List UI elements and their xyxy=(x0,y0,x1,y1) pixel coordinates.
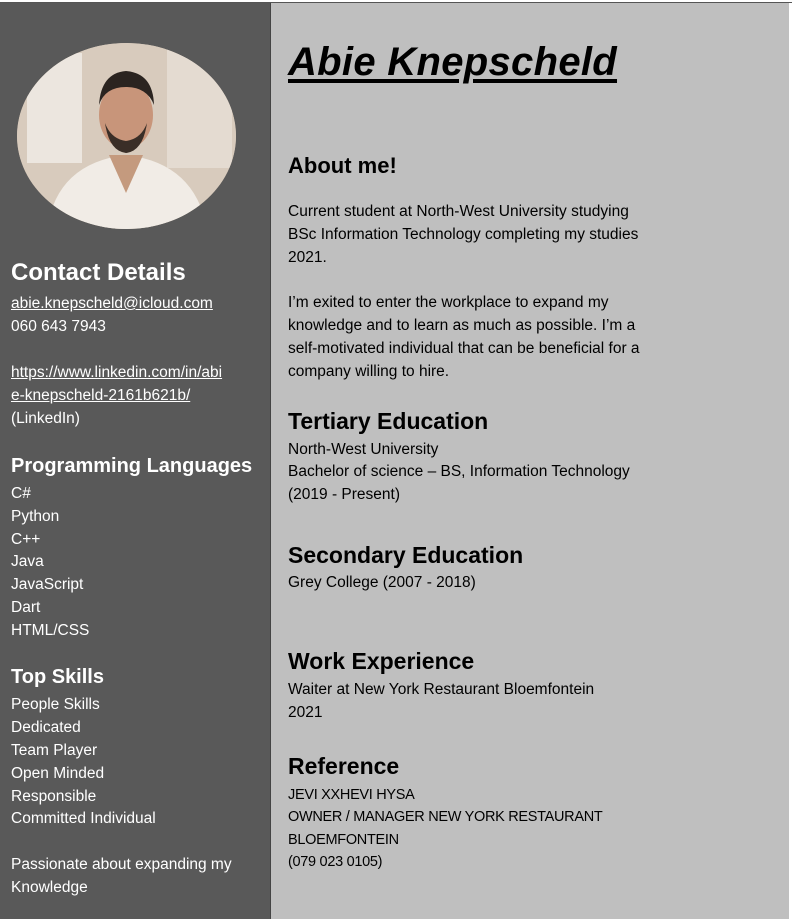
about-text-line: 2021. xyxy=(288,249,327,266)
tertiary-line: (2019 - Present) xyxy=(288,486,400,503)
passion-line: Knowledge xyxy=(11,879,88,896)
linkedin-link-line1[interactable]: https://www.linkedin.com/in/abi xyxy=(11,362,222,385)
sidebar: Contact Details abie.knepscheld@icloud.c… xyxy=(0,3,270,919)
reference-line: BLOEMFONTEIN xyxy=(288,832,399,848)
contact-heading: Contact Details xyxy=(11,259,186,286)
skill-item: People Skills xyxy=(11,696,100,713)
avatar xyxy=(17,43,236,229)
work-line: Waiter at New York Restaurant Bloemfonte… xyxy=(288,681,595,698)
language-item: Python xyxy=(11,508,60,525)
about-heading: About me! xyxy=(288,153,397,178)
reference-heading: Reference xyxy=(288,753,400,779)
language-item: C++ xyxy=(11,531,41,548)
email-link[interactable]: abie.knepscheld@icloud.com xyxy=(11,293,213,316)
reference-line: (079 023 0105) xyxy=(288,854,383,870)
about-text-line: I’m exited to enter the workplace to exp… xyxy=(288,294,609,311)
language-item: Java xyxy=(11,553,44,570)
profile-photo-icon xyxy=(17,43,236,229)
language-item: HTML/CSS xyxy=(11,622,90,639)
skill-item: Team Player xyxy=(11,742,98,759)
languages-heading: Programming Languages xyxy=(11,455,253,477)
passion-line: Passionate about expanding my xyxy=(11,856,232,873)
phone-number: 060 643 7943 xyxy=(11,318,106,335)
about-text-line: Current student at North-West University… xyxy=(288,203,629,220)
tertiary-heading: Tertiary Education xyxy=(288,408,489,434)
work-line: 2021 xyxy=(288,704,323,721)
skill-item: Committed Individual xyxy=(11,810,156,827)
reference-line: JEVI XXHEVI HYSA xyxy=(288,787,415,803)
about-text-line: company willing to hire. xyxy=(288,363,450,380)
tertiary-line: North-West University xyxy=(288,441,439,458)
secondary-line: Grey College (2007 - 2018) xyxy=(288,574,476,591)
work-heading: Work Experience xyxy=(288,648,475,674)
linkedin-link-line2[interactable]: e-knepscheld-2161b621b/ xyxy=(11,385,190,408)
skill-item: Open Minded xyxy=(11,765,105,782)
secondary-heading: Secondary Education xyxy=(288,542,524,568)
skills-heading: Top Skills xyxy=(11,666,104,688)
about-text-line: self-motivated individual that can be be… xyxy=(288,340,640,357)
page-title: Abie Knepscheld xyxy=(288,40,618,84)
tertiary-line: Bachelor of science – BS, Information Te… xyxy=(288,463,630,480)
language-item: C# xyxy=(11,485,31,502)
language-item: JavaScript xyxy=(11,576,84,593)
resume-page: Contact Details abie.knepscheld@icloud.c… xyxy=(0,2,792,919)
about-text-line: BSc Information Technology completing my… xyxy=(288,226,639,243)
about-text-line: knowledge and to learn as much as possib… xyxy=(288,317,636,334)
language-item: Dart xyxy=(11,599,41,616)
skill-item: Dedicated xyxy=(11,719,81,736)
linkedin-note: (LinkedIn) xyxy=(11,410,80,427)
reference-line: OWNER / MANAGER NEW YORK RESTAURANT xyxy=(288,809,603,825)
skill-item: Responsible xyxy=(11,788,97,805)
